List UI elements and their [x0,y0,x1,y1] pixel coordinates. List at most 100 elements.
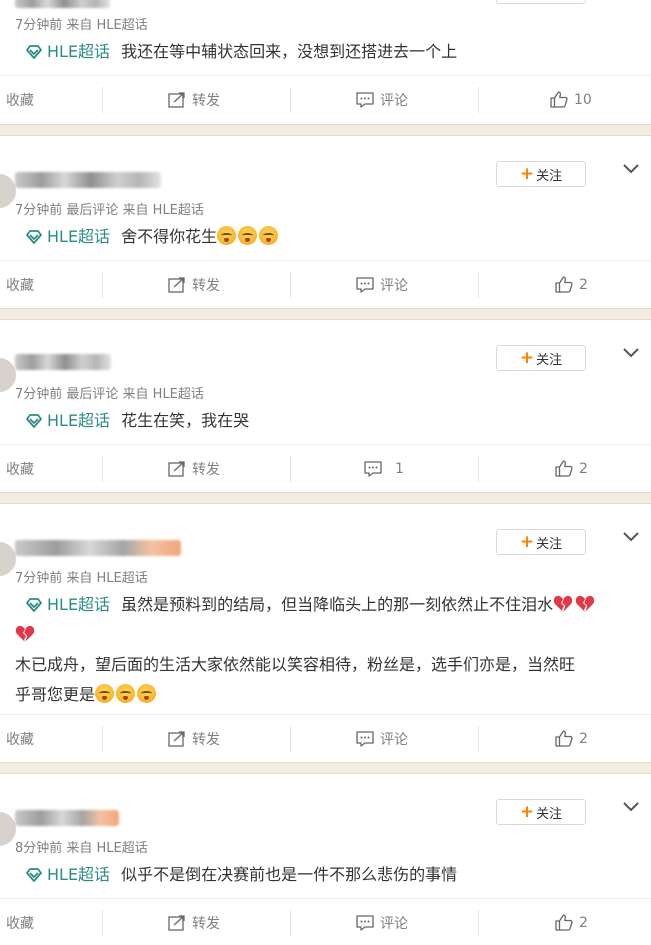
topic-label[interactable]: HLE超话 [47,42,110,61]
avatar[interactable] [0,542,16,576]
username-blurred[interactable] [15,354,111,370]
divider [102,456,103,482]
follow-button[interactable]: + 关注 [496,345,586,371]
divider [478,272,479,298]
follow-button[interactable]: + 关注 [496,161,586,187]
content-line-2 [15,620,635,650]
thumbs-up-icon [555,460,573,477]
post-card: + 关注 7分钟前 最后评论 来自 HLE超话 HLE超话 舍不得你花生 收藏 转… [0,136,651,308]
like-button[interactable]: 2 [555,715,588,762]
topic-link[interactable]: HLE超话 [15,411,110,430]
share-box-icon [168,276,185,293]
repost-button[interactable]: 转发 [168,445,220,492]
collect-button[interactable]: 收藏 [6,445,34,492]
repost-button[interactable]: 转发 [168,76,220,123]
repost-button[interactable]: 转发 [168,261,220,308]
divider [290,272,291,298]
follow-button[interactable]: + 关注 [496,799,586,825]
like-count: 2 [579,730,588,747]
collect-button[interactable]: 收藏 [6,715,34,762]
chevron-down-icon[interactable] [622,800,640,814]
topic-link[interactable]: HLE超话 [15,595,110,614]
like-button[interactable]: 2 [555,899,588,945]
chevron-down-icon[interactable] [622,162,640,176]
thumbs-up-icon [555,730,573,747]
divider [102,272,103,298]
like-button[interactable]: 2 [555,445,588,492]
follow-button[interactable] [496,0,586,4]
like-count: 2 [579,460,588,477]
action-bar: 收藏 转发 评论 10 [0,75,651,123]
share-box-icon [168,91,185,108]
comment-button[interactable]: 评论 [356,261,408,308]
post-card: 7分钟前 来自 HLE超话 HLE超话 我还在等中辅状态回来，没想到还搭进去一个… [0,0,651,124]
comment-button[interactable]: 1 [364,445,404,492]
topic-label[interactable]: HLE超话 [47,595,110,614]
broken-heart-emoji [553,595,573,612]
action-bar: 收藏 转发 评论 2 [0,260,651,308]
topic-link[interactable]: HLE超话 [15,42,110,61]
follow-label: 关注 [536,536,563,552]
divider [478,910,479,936]
post-separator [0,308,651,320]
action-bar: 收藏 转发 评论 2 [0,898,651,945]
like-button[interactable]: 10 [550,76,592,123]
repost-button[interactable]: 转发 [168,715,220,762]
crying-face-emoji [137,684,157,703]
thumbs-up-icon [555,276,573,293]
username-blurred[interactable] [15,540,181,556]
username-blurred[interactable] [15,0,110,8]
chevron-down-icon[interactable] [622,346,640,360]
post-text: 花生在笑，我在哭 [121,411,250,430]
comment-button[interactable]: 评论 [356,899,408,945]
avatar[interactable] [0,358,16,392]
post-meta: 7分钟前 最后评论 来自 HLE超话 [15,203,204,218]
post-separator [0,124,651,136]
divider [478,87,479,113]
collect-button[interactable]: 收藏 [6,76,34,123]
share-box-icon [168,914,185,931]
content-line-3: 木已成舟，望后面的生活大家依然能以笑容相待，粉丝是，选手们亦是，当然旺 [15,655,576,674]
divider [478,726,479,752]
comment-bubble-icon [356,730,374,747]
collect-label: 收藏 [6,92,34,109]
post-card: + 关注 7分钟前 最后评论 来自 HLE超话 HLE超话 花生在笑，我在哭 收藏… [0,320,651,492]
diamond-topic-icon [26,868,42,882]
username-blurred[interactable] [15,172,161,188]
topic-label[interactable]: HLE超话 [47,865,110,884]
broken-heart-emoji [15,625,35,642]
repost-button[interactable]: 转发 [168,899,220,945]
chevron-down-icon[interactable] [622,530,640,544]
diamond-topic-icon [26,598,42,612]
divider [290,87,291,113]
follow-button[interactable]: + 关注 [496,529,586,555]
repost-label: 转发 [192,277,220,294]
share-box-icon [168,730,185,747]
post-meta: 7分钟前 来自 HLE超话 [15,571,148,586]
avatar[interactable] [0,174,16,208]
action-bar: 收藏 转发 1 2 [0,444,651,492]
crying-face-emoji [95,684,115,703]
topic-label[interactable]: HLE超话 [47,227,110,246]
follow-label: 关注 [536,352,563,368]
like-button[interactable]: 2 [555,261,588,308]
collect-button[interactable]: 收藏 [6,261,34,308]
weibo-comment-feed: 7分钟前 来自 HLE超话 HLE超话 我还在等中辅状态回来，没想到还搭进去一个… [0,0,651,945]
diamond-topic-icon [26,414,42,428]
topic-label[interactable]: HLE超话 [47,411,110,430]
post-meta: 7分钟前 最后评论 来自 HLE超话 [15,387,204,402]
post-meta: 7分钟前 来自 HLE超话 [15,18,148,33]
comment-button[interactable]: 评论 [356,76,408,123]
avatar[interactable] [0,812,16,846]
post-content: HLE超话 虽然是预料到的结局，但当降临头上的那一刻依然止不住泪水 木已成舟，望… [15,590,635,710]
content-line-1: HLE超话 虽然是预料到的结局，但当降临头上的那一刻依然止不住泪水 [15,590,635,620]
share-box-icon [168,460,185,477]
collect-label: 收藏 [6,915,34,932]
topic-link[interactable]: HLE超话 [15,865,110,884]
crying-face-emoji [238,226,258,245]
username-blurred[interactable] [15,810,119,826]
topic-link[interactable]: HLE超话 [15,227,110,246]
divider [102,910,103,936]
collect-button[interactable]: 收藏 [6,899,34,945]
comment-button[interactable]: 评论 [356,715,408,762]
